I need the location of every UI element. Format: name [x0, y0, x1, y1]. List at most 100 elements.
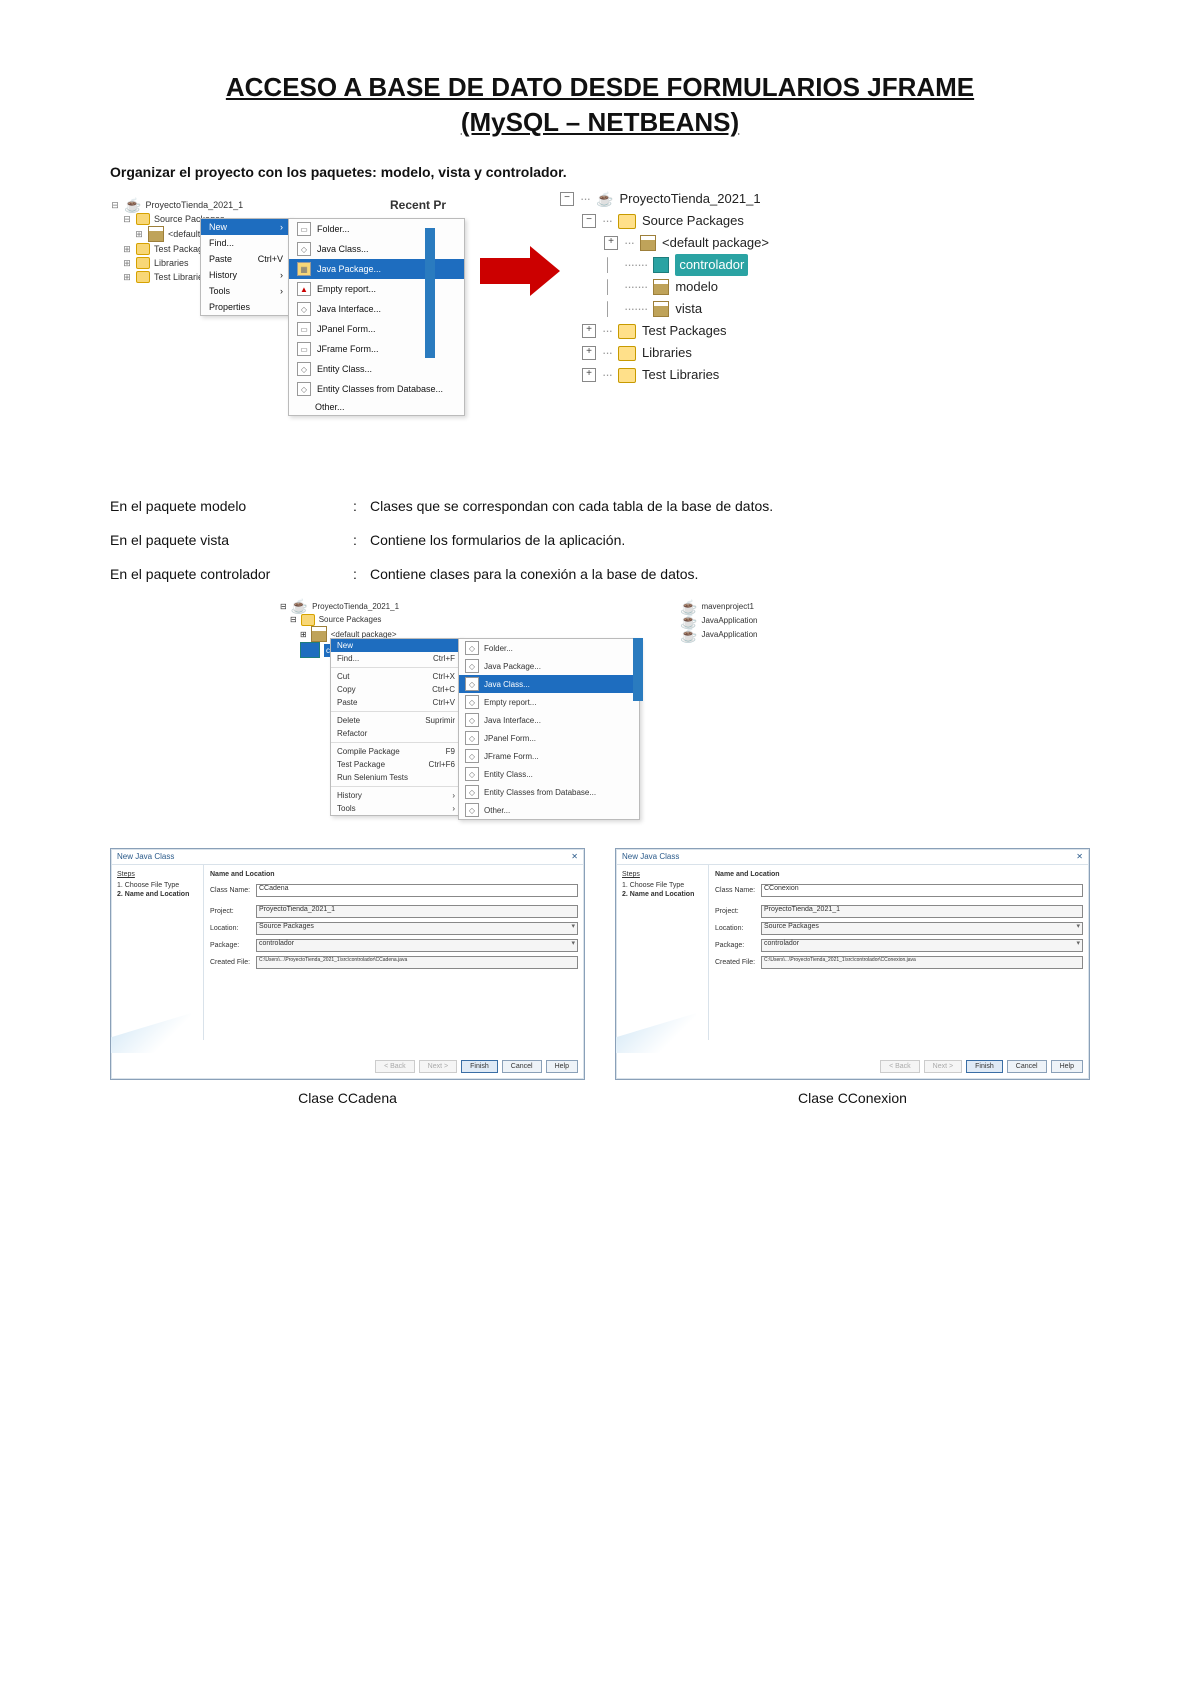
expand-icon[interactable]: + — [582, 346, 596, 360]
menu-history[interactable]: History› — [201, 267, 291, 283]
collapse-icon[interactable]: − — [582, 214, 596, 228]
menu-item[interactable]: ◇Entity Classes from Database... — [459, 783, 639, 801]
menu-item[interactable]: ◇Folder... — [459, 639, 639, 657]
list-item[interactable]: JavaApplication — [701, 614, 757, 628]
cancel-button[interactable]: Cancel — [502, 1060, 542, 1073]
expand-icon[interactable]: + — [604, 236, 618, 250]
menu-item[interactable]: History› — [331, 789, 461, 802]
finish-button[interactable]: Finish — [966, 1060, 1003, 1073]
menu-item[interactable]: ◇Java Interface... — [459, 711, 639, 729]
package-controlador[interactable]: controlador — [675, 254, 748, 276]
form-heading: Name and Location — [715, 871, 1083, 878]
class-name-input[interactable]: CConexion — [761, 884, 1083, 897]
menu-entity-class[interactable]: ◇Entity Class... — [289, 359, 464, 379]
field-label: Created File: — [210, 959, 252, 966]
list-item[interactable]: mavenproject1 — [701, 600, 753, 614]
colon: : — [340, 566, 370, 582]
package-vista[interactable]: vista — [675, 298, 702, 320]
menu-folder[interactable]: ▭Folder... — [289, 219, 464, 239]
help-button[interactable]: Help — [546, 1060, 578, 1073]
expand-icon[interactable]: + — [582, 324, 596, 338]
package-descriptions: En el paquete modelo : Clases que se cor… — [110, 498, 1090, 582]
list-item[interactable]: JavaApplication — [701, 628, 757, 642]
default-package-node[interactable]: <default package> — [662, 232, 769, 254]
package-icon: ▦ — [297, 262, 311, 276]
location-select[interactable]: Source Packages — [761, 922, 1083, 935]
menu-jpanel-form[interactable]: ▭JPanel Form... — [289, 319, 464, 339]
report-icon: ▲ — [297, 282, 311, 296]
menu-item[interactable]: CopyCtrl+C — [331, 683, 461, 696]
menu-item[interactable]: Tools› — [331, 802, 461, 815]
expand-icon[interactable]: + — [582, 368, 596, 382]
desc-label: En el paquete modelo — [110, 498, 340, 514]
menu-item[interactable]: Refactor — [331, 727, 461, 740]
package-modelo[interactable]: modelo — [675, 276, 718, 298]
menu-item[interactable]: Compile PackageF9 — [331, 745, 461, 758]
cancel-button[interactable]: Cancel — [1007, 1060, 1047, 1073]
recent-projects-label: Recent Pr — [390, 198, 446, 212]
menu-item[interactable]: Test PackageCtrl+F6 — [331, 758, 461, 771]
menu-item[interactable]: New — [331, 639, 461, 652]
desc-text: Contiene los formularios de la aplicació… — [370, 532, 1090, 548]
colon: : — [340, 498, 370, 514]
menu-entity-from-db[interactable]: ◇Entity Classes from Database... — [289, 379, 464, 399]
menu-java-interface[interactable]: ◇Java Interface... — [289, 299, 464, 319]
mid-context-menu: NewFind...Ctrl+F CutCtrl+XCopyCtrl+CPaste… — [330, 638, 462, 816]
menu-item[interactable]: ◇Empty report... — [459, 693, 639, 711]
source-packages-node[interactable]: Source Packages — [319, 613, 382, 626]
desc-text: Clases que se correspondan con cada tabl… — [370, 498, 1090, 514]
package-select[interactable]: controlador — [256, 939, 578, 952]
desc-label: En el paquete vista — [110, 532, 340, 548]
test-packages-node[interactable]: Test Packages — [642, 320, 727, 342]
libraries-node[interactable]: Libraries — [154, 256, 189, 270]
java-icon: ☕ — [596, 188, 613, 210]
menu-item[interactable]: PasteCtrl+V — [331, 696, 461, 709]
field-label: Location: — [715, 925, 757, 932]
desc-vista: En el paquete vista : Contiene los formu… — [110, 532, 1090, 548]
package-icon — [653, 279, 669, 295]
source-packages-node[interactable]: Source Packages — [642, 210, 744, 232]
menu-item[interactable]: ◇JFrame Form... — [459, 747, 639, 765]
location-select[interactable]: Source Packages — [256, 922, 578, 935]
class-icon: ◇ — [297, 242, 311, 256]
menu-item[interactable]: ◇Java Package... — [459, 657, 639, 675]
help-button[interactable]: Help — [1051, 1060, 1083, 1073]
collapse-icon[interactable]: − — [560, 192, 574, 206]
package-select[interactable]: controlador — [761, 939, 1083, 952]
menu-item[interactable]: Run Selenium Tests — [331, 771, 461, 784]
entity-db-icon: ◇ — [297, 382, 311, 396]
menu-item[interactable]: ◇Other... — [459, 801, 639, 819]
finish-button[interactable]: Finish — [461, 1060, 498, 1073]
libraries-node[interactable]: Libraries — [642, 342, 692, 364]
menu-item[interactable]: DeleteSuprimir — [331, 714, 461, 727]
menu-java-class[interactable]: ◇Java Class... — [289, 239, 464, 259]
captions-row: Clase CCadena Clase CConexion — [110, 1090, 1090, 1106]
menu-item[interactable]: Find...Ctrl+F — [331, 652, 461, 665]
menu-paste[interactable]: PasteCtrl+V — [201, 251, 291, 267]
close-icon[interactable]: ✕ — [1076, 852, 1083, 861]
menu-java-package[interactable]: ▦Java Package... — [289, 259, 464, 279]
menu-item[interactable]: CutCtrl+X — [331, 670, 461, 683]
menu-jframe-form[interactable]: ▭JFrame Form... — [289, 339, 464, 359]
next-button: Next > — [419, 1060, 457, 1073]
project-name: ProyectoTienda_2021_1 — [619, 188, 760, 210]
menu-find[interactable]: Find... — [201, 235, 291, 251]
menu-item[interactable]: ◇Entity Class... — [459, 765, 639, 783]
back-button: < Back — [375, 1060, 415, 1073]
menu-empty-report[interactable]: ▲Empty report... — [289, 279, 464, 299]
desc-modelo: En el paquete modelo : Clases que se cor… — [110, 498, 1090, 514]
package-icon — [136, 243, 150, 255]
menu-tools[interactable]: Tools› — [201, 283, 291, 299]
close-icon[interactable]: ✕ — [571, 852, 578, 861]
menu-item[interactable]: ◇Java Class... — [459, 675, 639, 693]
test-libraries-node[interactable]: Test Libraries — [642, 364, 719, 386]
menu-other[interactable]: Other... — [289, 399, 464, 415]
menu-new[interactable]: New› — [201, 219, 291, 235]
class-name-input[interactable]: CCadena — [256, 884, 578, 897]
package-icon — [640, 235, 656, 251]
menu-properties[interactable]: Properties — [201, 299, 291, 315]
field-label: Created File: — [715, 959, 757, 966]
java-icon: ☕ — [124, 198, 141, 212]
menu-item[interactable]: ◇JPanel Form... — [459, 729, 639, 747]
wizard-ccadena: New Java Class✕ Steps 1. Choose File Typ… — [110, 848, 585, 1080]
